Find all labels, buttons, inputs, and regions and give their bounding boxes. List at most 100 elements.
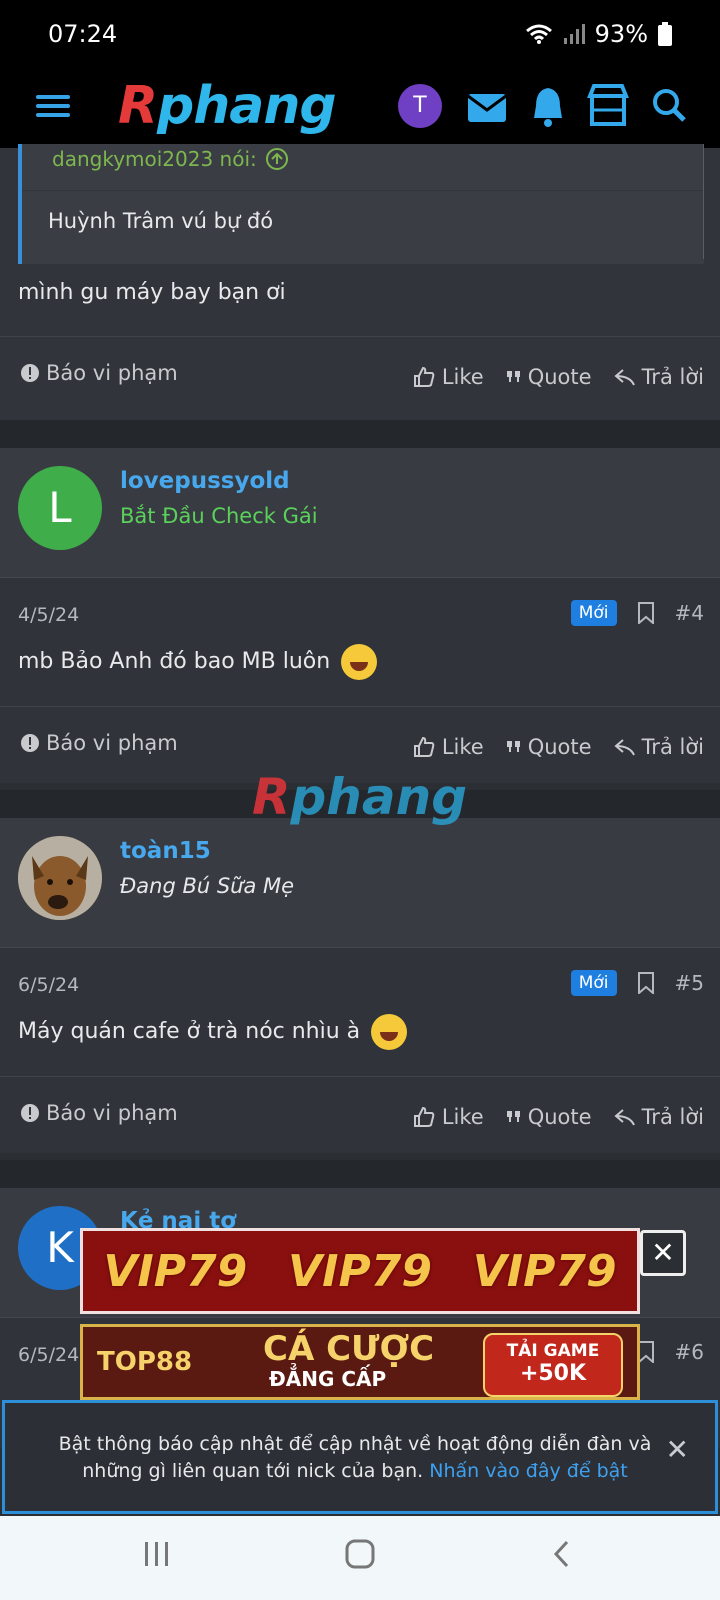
report-button[interactable]: Báo vi phạm <box>20 361 178 385</box>
ad-text: VIP79 <box>472 1245 617 1297</box>
report-label: Báo vi phạm <box>46 361 178 385</box>
post-date[interactable]: 4/5/24 <box>18 604 79 626</box>
quote-header[interactable]: dangkymoi2023 nói: <box>52 144 289 188</box>
quote-author[interactable]: dangkymoi2023 nói: <box>52 144 257 188</box>
user-block: L lovepussyold Bắt Đầu Check Gái <box>0 448 720 578</box>
site-logo[interactable]: Rphang <box>118 76 337 136</box>
reply-label: Trả lời <box>641 365 704 389</box>
reply-label: Trả lời <box>641 735 704 759</box>
bell-icon[interactable] <box>524 80 572 132</box>
ad-close-button[interactable]: ✕ <box>640 1230 686 1276</box>
post-actions: Báo vi phạm Like Quote Trả lời <box>0 1076 720 1160</box>
avatar[interactable] <box>18 836 102 920</box>
like-label: Like <box>441 735 484 759</box>
battery-percent: 93% <box>594 20 648 48</box>
reply-button[interactable]: Trả lời <box>614 365 704 389</box>
post-text: mình gu máy bay bạn ơi <box>18 280 286 305</box>
post-date[interactable]: 6/5/24 <box>18 974 79 996</box>
store-icon[interactable] <box>584 80 632 132</box>
user-title: Bắt Đầu Check Gái <box>120 504 318 528</box>
quote-icon <box>506 371 520 382</box>
watermark-logo: Rphang <box>252 768 468 826</box>
post-number[interactable]: #5 <box>675 971 704 995</box>
post-text: Máy quán cafe ở trà nóc nhìu à <box>18 1014 408 1050</box>
quote-button[interactable]: Quote <box>506 1105 592 1129</box>
post-card-5: toàn15 Đang Bú Sữa Mẹ 6/5/24 Mới #5 Máy … <box>0 818 720 1153</box>
quote-label: Quote <box>527 365 592 389</box>
avatar[interactable]: L <box>18 466 102 550</box>
notification-text: Bật thông báo cập nhật để cập nhật về ho… <box>58 1433 652 1482</box>
status-bar: 07:24 93% <box>0 0 720 70</box>
reply-button[interactable]: Trả lời <box>614 1105 704 1129</box>
sweat-smile-emoji-icon <box>371 1014 408 1050</box>
ad-bonus-label: +50K <box>519 1361 587 1386</box>
username[interactable]: toàn15 <box>120 838 211 864</box>
post-card-3: dangkymoi2023 nói: Huỳnh Trâm vú bự đó m… <box>0 144 720 420</box>
quote-text: Huỳnh Trâm vú bự đó <box>22 190 704 256</box>
quote-block: dangkymoi2023 nói: Huỳnh Trâm vú bự đó <box>18 144 704 264</box>
quote-button[interactable]: Quote <box>506 365 592 389</box>
home-icon[interactable] <box>344 1538 376 1570</box>
quote-label: Quote <box>527 1105 592 1129</box>
reply-icon <box>614 369 635 386</box>
close-icon[interactable]: ✕ <box>666 1433 689 1466</box>
signal-icon <box>563 24 585 44</box>
post-card-4: L lovepussyold Bắt Đầu Check Gái 4/5/24 … <box>0 448 720 783</box>
vip79-ad-banner[interactable]: VIP79 VIP79 VIP79 <box>80 1228 640 1314</box>
quote-button[interactable]: Quote <box>506 735 592 759</box>
user-block: toàn15 Đang Bú Sữa Mẹ <box>0 818 720 948</box>
bookmark-icon[interactable] <box>637 602 655 624</box>
bookmark-icon[interactable] <box>637 972 655 994</box>
post-actions: Báo vi phạm Like Quote Trả lời <box>0 336 720 420</box>
username[interactable]: lovepussyold <box>120 468 290 494</box>
dog-avatar-icon <box>18 836 102 920</box>
like-label: Like <box>441 365 484 389</box>
reply-icon <box>614 1109 635 1126</box>
quote-label: Quote <box>527 735 592 759</box>
alert-icon <box>21 1104 39 1122</box>
battery-icon <box>658 22 672 46</box>
report-label: Báo vi phạm <box>46 731 178 755</box>
post-date[interactable]: 6/5/24 <box>18 1344 79 1366</box>
arrow-up-circle-icon[interactable] <box>265 147 289 171</box>
enable-notifications-link[interactable]: Nhấn vào đây để bật <box>429 1460 627 1482</box>
post-number[interactable]: #6 <box>675 1340 704 1364</box>
divider <box>0 1160 720 1188</box>
top88-ad-banner[interactable]: TOP88 CÁ CƯỢC ĐẲNG CẤP TẢI GAME +50K <box>80 1324 640 1400</box>
reply-button[interactable]: Trả lời <box>614 735 704 759</box>
status-indicators: 93% <box>525 20 672 48</box>
ad-download-button[interactable]: TẢI GAME +50K <box>483 1333 623 1397</box>
report-label: Báo vi phạm <box>46 1101 178 1125</box>
recent-apps-icon[interactable] <box>142 1538 172 1570</box>
reply-label: Trả lời <box>641 1105 704 1129</box>
ad-brand: TOP88 <box>97 1347 193 1377</box>
ad-download-label: TẢI GAME <box>506 1341 600 1361</box>
like-button[interactable]: Like <box>412 365 484 389</box>
thumbs-up-icon <box>413 736 435 757</box>
push-notification-banner: Bật thông báo cập nhật để cập nhật về ho… <box>2 1400 718 1514</box>
alert-icon <box>21 364 39 382</box>
back-icon[interactable] <box>550 1538 574 1570</box>
new-badge: Mới <box>570 600 617 626</box>
ad-text: VIP79 <box>288 1245 432 1297</box>
menu-icon[interactable] <box>36 90 70 124</box>
ad-subheadline: ĐẲNG CẤP <box>269 1367 387 1391</box>
report-button[interactable]: Báo vi phạm <box>20 731 178 755</box>
status-time: 07:24 <box>48 20 118 48</box>
thumbs-up-icon <box>413 1106 435 1127</box>
ad-text: VIP79 <box>103 1245 248 1297</box>
post-number[interactable]: #4 <box>675 601 704 625</box>
report-button[interactable]: Báo vi phạm <box>20 1101 178 1125</box>
user-avatar[interactable]: T <box>398 84 442 128</box>
search-icon[interactable] <box>646 80 694 132</box>
wifi-icon <box>525 24 552 44</box>
new-badge: Mới <box>570 970 617 996</box>
quote-icon <box>506 741 520 752</box>
like-button[interactable]: Like <box>412 1105 484 1129</box>
quote-icon <box>506 1111 520 1122</box>
like-label: Like <box>441 1105 484 1129</box>
like-button[interactable]: Like <box>412 735 484 759</box>
system-nav-bar <box>0 1516 720 1600</box>
reply-icon <box>614 739 635 756</box>
envelope-icon[interactable] <box>464 80 512 132</box>
